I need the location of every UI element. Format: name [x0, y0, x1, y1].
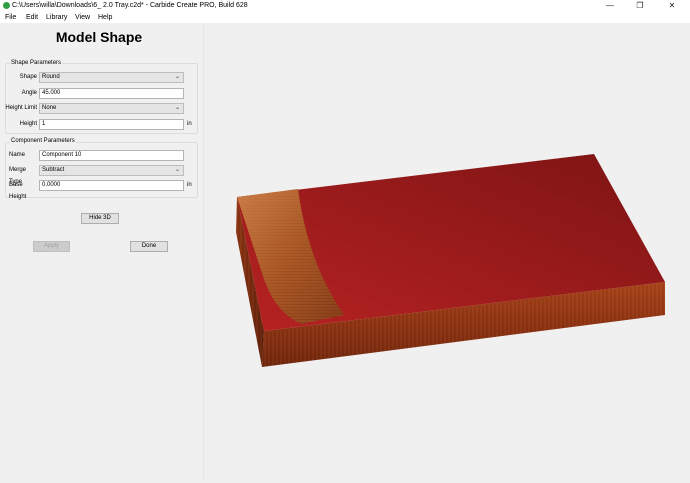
title-bar: C:\Users\willa\Downloads\6_ 2.0 Tray.c2d…	[0, 0, 690, 12]
page-title: Model Shape	[55, 29, 143, 45]
height-limit-value: None	[42, 105, 57, 111]
base-height-unit: in	[187, 182, 192, 188]
hide-3d-button[interactable]: Hide 3D	[81, 213, 119, 224]
app-icon	[3, 2, 10, 9]
base-height-input[interactable]: 0.0000	[39, 180, 184, 191]
3d-preview-viewport[interactable]	[204, 23, 690, 481]
menu-library[interactable]: Library	[46, 13, 67, 22]
done-button[interactable]: Done	[130, 241, 168, 252]
chevron-down-icon: ⌄	[174, 167, 180, 173]
angle-input[interactable]: 45.000	[39, 88, 184, 99]
maximize-button[interactable]: ❐	[626, 0, 654, 12]
name-label: Name	[9, 152, 26, 158]
menu-bar: File Edit Library View Help	[0, 12, 690, 23]
merge-type-select[interactable]: Subtract ⌄	[39, 165, 184, 176]
height-input[interactable]: 1	[39, 119, 184, 130]
shape-value: Round	[42, 74, 60, 80]
minimize-button[interactable]: —	[596, 0, 624, 12]
apply-button[interactable]: Apply	[33, 241, 70, 252]
height-limit-label: Height Limit	[5, 105, 37, 111]
3d-model-render	[236, 154, 665, 367]
chevron-down-icon: ⌄	[174, 74, 180, 80]
menu-edit[interactable]: Edit	[26, 13, 38, 22]
merge-type-value: Subtract	[42, 167, 65, 173]
window-title: C:\Users\willa\Downloads\6_ 2.0 Tray.c2d…	[12, 2, 248, 9]
height-label: Height	[19, 121, 37, 127]
shape-parameters-title: Shape Parameters	[10, 59, 63, 67]
height-limit-select[interactable]: None ⌄	[39, 103, 184, 114]
close-button[interactable]: ✕	[658, 0, 686, 12]
angle-label: Angle	[21, 90, 37, 96]
menu-help[interactable]: Help	[98, 13, 112, 22]
menu-view[interactable]: View	[75, 13, 90, 22]
menu-file[interactable]: File	[5, 13, 16, 22]
component-parameters-title: Component Parameters	[10, 137, 76, 145]
base-height-label: Base Height	[9, 182, 27, 200]
height-unit: in	[187, 121, 192, 127]
shape-select[interactable]: Round ⌄	[39, 72, 184, 83]
chevron-down-icon: ⌄	[174, 105, 180, 111]
shape-label: Shape	[19, 74, 37, 80]
component-name-input[interactable]: Component 10	[39, 150, 184, 161]
